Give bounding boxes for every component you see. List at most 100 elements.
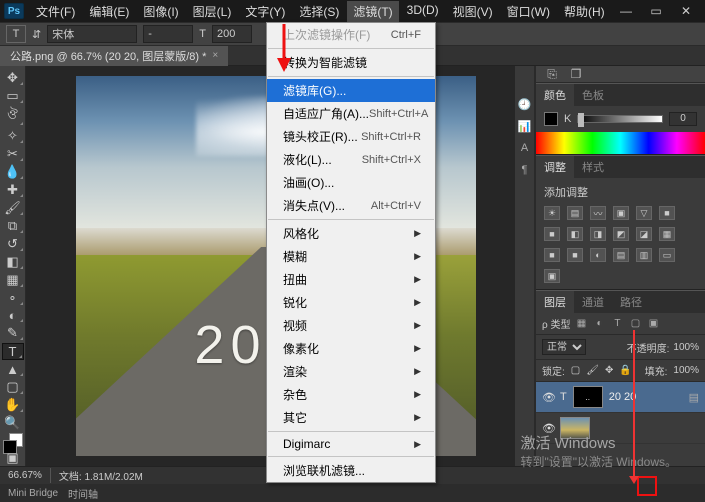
blur-tool[interactable]: ∘ xyxy=(2,290,24,306)
close-button[interactable]: ✕ xyxy=(675,3,697,19)
lock-position-icon[interactable]: ✥ xyxy=(605,365,613,376)
pen-tool[interactable]: ✎ xyxy=(2,325,24,341)
menu-item[interactable]: 浏览联机滤镜... xyxy=(267,459,435,482)
adjust-icon[interactable]: ■ xyxy=(544,227,560,241)
color-swatches[interactable] xyxy=(2,439,24,448)
orientation-toggle-icon[interactable]: ⇵ xyxy=(32,28,41,41)
hue-icon[interactable]: ◧ xyxy=(567,227,583,241)
layer-mask-thumb[interactable]: .. xyxy=(573,386,603,408)
dodge-tool[interactable]: ◐ xyxy=(2,308,24,323)
k-slider[interactable] xyxy=(577,115,663,123)
panel-strip-icon[interactable]: ⎘ xyxy=(544,66,560,82)
adjust-icon[interactable]: ■ xyxy=(567,248,583,262)
type-tool[interactable]: T xyxy=(2,343,24,360)
restore-button[interactable]: ▭ xyxy=(645,3,667,19)
menu-item[interactable]: 渲染▶ xyxy=(267,360,435,383)
tab-channels[interactable]: 通道 xyxy=(574,291,612,313)
blend-mode-select[interactable]: 正常 xyxy=(542,339,586,355)
opacity-value[interactable]: 100% xyxy=(673,342,699,353)
filter-shape-icon[interactable]: ▢ xyxy=(628,317,642,331)
menu-item[interactable]: 液化(L)...Shift+Ctrl+X xyxy=(267,148,435,171)
tab-adjustments[interactable]: 调整 xyxy=(536,156,574,178)
menu-item[interactable]: 滤镜库(G)... xyxy=(267,79,435,102)
lock-pixels-icon[interactable]: 🖌 xyxy=(586,365,599,376)
menu-item[interactable]: 模糊▶ xyxy=(267,245,435,268)
paragraph-panel-icon[interactable]: ¶ xyxy=(517,162,533,178)
menu-item[interactable]: 锐化▶ xyxy=(267,291,435,314)
menu-8[interactable]: 视图(V) xyxy=(447,1,499,22)
doc-info[interactable]: 文档: 1.81M/2.02M xyxy=(50,468,151,483)
font-style-select[interactable] xyxy=(143,25,193,43)
selective-color-icon[interactable]: ▣ xyxy=(544,269,560,283)
menu-item[interactable]: 消失点(V)...Alt+Ctrl+V xyxy=(267,194,435,217)
move-tool[interactable]: ✥ xyxy=(2,70,24,86)
levels-icon[interactable]: ▤ xyxy=(567,206,583,220)
adjust-icon[interactable]: ■ xyxy=(544,248,560,262)
menu-item[interactable]: 油画(O)... xyxy=(267,171,435,194)
menu-1[interactable]: 编辑(E) xyxy=(83,1,135,22)
menu-item[interactable]: 风格化▶ xyxy=(267,222,435,245)
zoom-level[interactable]: 66.67% xyxy=(0,470,50,481)
vibrance-icon[interactable]: ▽ xyxy=(636,206,652,220)
shape-tool[interactable]: ▢ xyxy=(2,379,24,395)
crop-tool[interactable]: ✂ xyxy=(2,146,24,162)
spectrum-picker[interactable] xyxy=(536,132,705,154)
tab-swatches[interactable]: 色板 xyxy=(574,84,612,106)
photo-filter-icon[interactable]: ◩ xyxy=(613,227,629,241)
foreground-color-icon[interactable] xyxy=(544,112,558,126)
minimize-button[interactable]: — xyxy=(615,3,637,19)
tab-color[interactable]: 颜色 xyxy=(536,84,574,106)
document-tab[interactable]: 公路.png @ 66.7% (20 20, 图层蒙版/8) * × xyxy=(0,46,228,66)
healing-tool[interactable]: ✚ xyxy=(2,182,24,198)
layer-row[interactable]: 👁 T .. 20 20 ▤ xyxy=(536,382,705,413)
menu-item[interactable]: Digimarc▶ xyxy=(267,434,435,454)
font-size-input[interactable] xyxy=(212,25,252,43)
curves-icon[interactable]: 〰 xyxy=(590,206,606,220)
filter-smart-icon[interactable]: ▣ xyxy=(646,317,660,331)
visibility-icon[interactable]: 👁 xyxy=(542,391,554,404)
panel-strip-icon[interactable]: ❐ xyxy=(568,66,584,82)
tool-preset-icon[interactable]: T xyxy=(6,25,26,43)
k-value[interactable]: 0 xyxy=(669,112,697,126)
hand-tool[interactable]: ✋ xyxy=(2,397,24,413)
channel-mixer-icon[interactable]: ◪ xyxy=(636,227,652,241)
menu-item[interactable]: 视频▶ xyxy=(267,314,435,337)
adjust-icon[interactable]: ■ xyxy=(659,206,675,220)
stamp-tool[interactable]: ⧉ xyxy=(2,218,24,234)
zoom-tool[interactable]: 🔍 xyxy=(2,415,24,431)
menu-item[interactable]: 扭曲▶ xyxy=(267,268,435,291)
eyedropper-tool[interactable]: 💧 xyxy=(2,164,24,180)
link-icon[interactable]: ▤ xyxy=(689,391,699,404)
tab-styles[interactable]: 样式 xyxy=(574,156,612,178)
path-select-tool[interactable]: ▲ xyxy=(2,362,24,377)
eraser-tool[interactable]: ◧ xyxy=(2,254,24,270)
close-tab-icon[interactable]: × xyxy=(212,50,218,61)
menu-4[interactable]: 文字(Y) xyxy=(239,1,291,22)
invert-icon[interactable]: ◐ xyxy=(590,248,606,262)
tab-layers[interactable]: 图层 xyxy=(536,291,574,313)
tab-mini-bridge[interactable]: Mini Bridge xyxy=(8,488,58,499)
layer-name[interactable]: 20 20 xyxy=(609,391,683,403)
gradient-map-icon[interactable]: ▭ xyxy=(659,248,675,262)
menu-5[interactable]: 选择(S) xyxy=(293,1,345,22)
menu-2[interactable]: 图像(I) xyxy=(137,1,184,22)
menu-item[interactable]: 像素化▶ xyxy=(267,337,435,360)
history-brush-tool[interactable]: ↺ xyxy=(2,236,24,252)
character-panel-icon[interactable]: A xyxy=(517,140,533,156)
layer-thumb[interactable] xyxy=(560,417,590,439)
brush-tool[interactable]: 🖌 xyxy=(2,200,24,216)
tab-paths[interactable]: 路径 xyxy=(612,291,650,313)
marquee-tool[interactable]: ▭ xyxy=(2,88,24,104)
menu-item[interactable]: 杂色▶ xyxy=(267,383,435,406)
threshold-icon[interactable]: ▥ xyxy=(636,248,652,262)
layer-row[interactable]: 👁 xyxy=(536,413,705,444)
visibility-icon[interactable]: 👁 xyxy=(542,422,554,435)
lock-all-icon[interactable]: 🔒 xyxy=(619,365,631,376)
menu-item[interactable]: 镜头校正(R)...Shift+Ctrl+R xyxy=(267,125,435,148)
menu-item[interactable]: 转换为智能滤镜 xyxy=(267,51,435,74)
menu-7[interactable]: 3D(D) xyxy=(401,1,445,22)
properties-panel-icon[interactable]: 📊 xyxy=(517,118,533,134)
menu-9[interactable]: 窗口(W) xyxy=(501,1,556,22)
gradient-tool[interactable]: ▦ xyxy=(2,272,24,288)
menu-0[interactable]: 文件(F) xyxy=(30,1,81,22)
